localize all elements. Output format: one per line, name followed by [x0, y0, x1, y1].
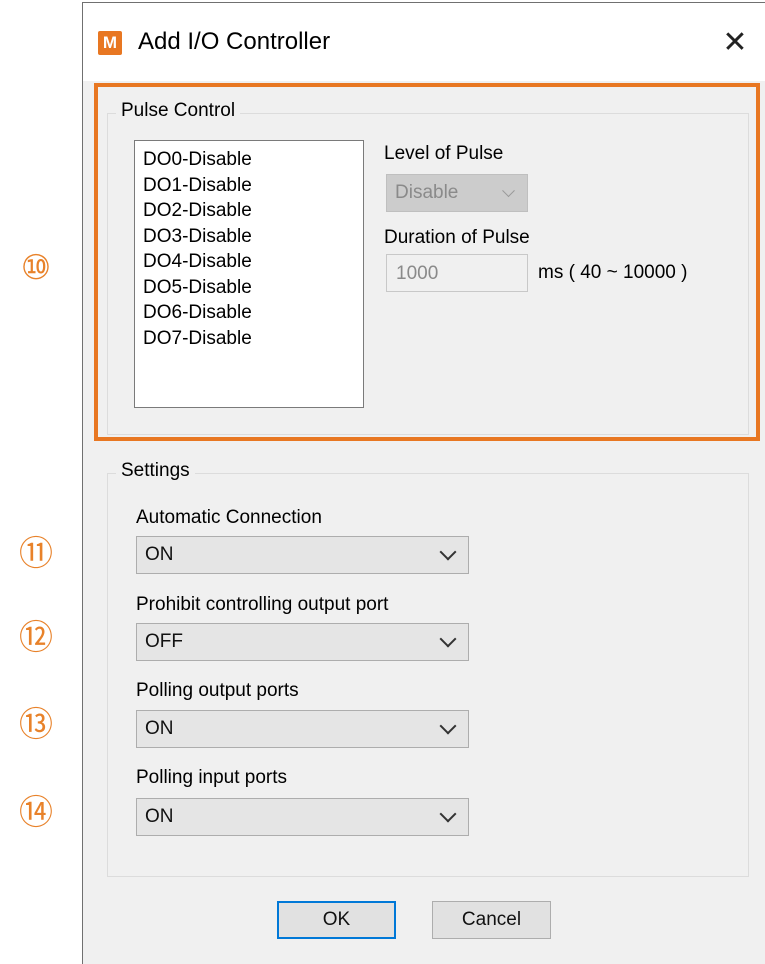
window-title: Add I/O Controller: [138, 28, 331, 55]
chevron-down-icon: [439, 717, 457, 735]
prohibit-output-label: Prohibit controlling output port: [136, 594, 389, 615]
callout-10: ⑩: [20, 248, 52, 288]
chevron-down-icon: [439, 630, 457, 648]
callout-11: ⑪: [19, 534, 53, 574]
app-icon: M: [98, 31, 122, 55]
automatic-connection-label: Automatic Connection: [136, 507, 322, 528]
polling-output-label: Polling output ports: [136, 680, 299, 701]
prohibit-output-select[interactable]: OFF: [136, 623, 469, 661]
chevron-down-icon: [439, 543, 457, 561]
polling-input-select[interactable]: ON: [136, 798, 469, 836]
add-io-controller-dialog: M Add I/O Controller ✕ Pulse Control DO0…: [82, 2, 765, 964]
ok-button[interactable]: OK: [277, 901, 396, 939]
cancel-button[interactable]: Cancel: [432, 901, 551, 939]
polling-input-label: Polling input ports: [136, 767, 288, 788]
chevron-down-icon: [439, 805, 457, 823]
polling-input-value: ON: [145, 806, 174, 827]
polling-output-select[interactable]: ON: [136, 710, 469, 748]
pulse-control-highlight: [94, 83, 760, 441]
callout-12: ⑫: [19, 618, 53, 658]
title-bar[interactable]: M Add I/O Controller ✕: [83, 3, 765, 81]
automatic-connection-value: ON: [145, 544, 174, 565]
close-button[interactable]: ✕: [715, 23, 755, 63]
automatic-connection-select[interactable]: ON: [136, 536, 469, 574]
polling-output-value: ON: [145, 718, 174, 739]
callout-13: ⑬: [19, 705, 53, 745]
settings-legend: Settings: [116, 460, 195, 482]
callout-14: ⑭: [19, 793, 53, 833]
prohibit-output-value: OFF: [145, 631, 183, 652]
